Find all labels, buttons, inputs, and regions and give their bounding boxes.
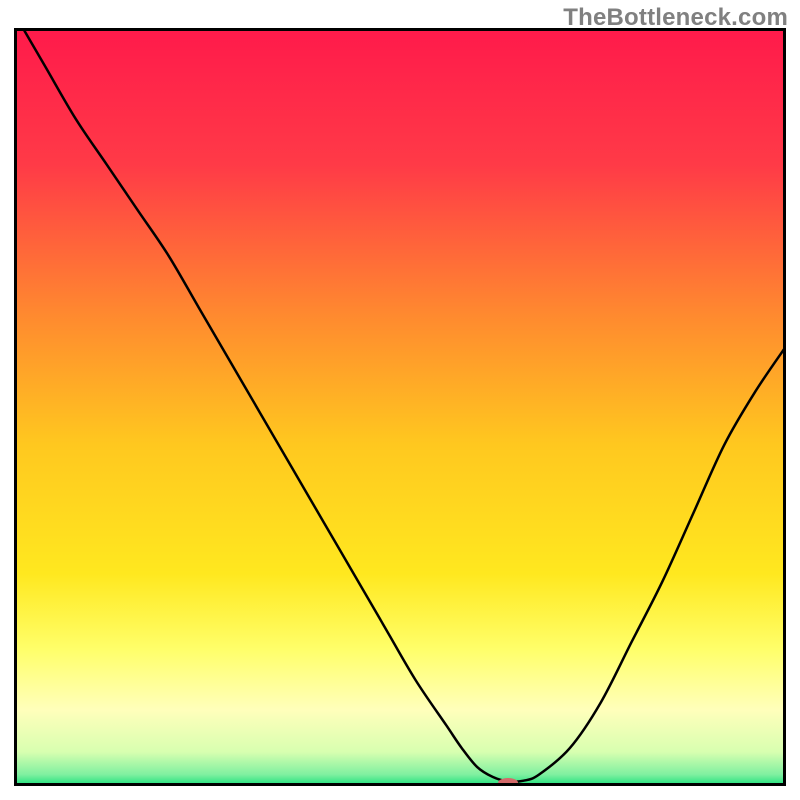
- gradient-background: [14, 28, 786, 786]
- chart-stage: TheBottleneck.com: [0, 0, 800, 800]
- plot-svg: [14, 28, 786, 786]
- plot-clip-group: [14, 28, 786, 786]
- watermark-text: TheBottleneck.com: [563, 4, 788, 32]
